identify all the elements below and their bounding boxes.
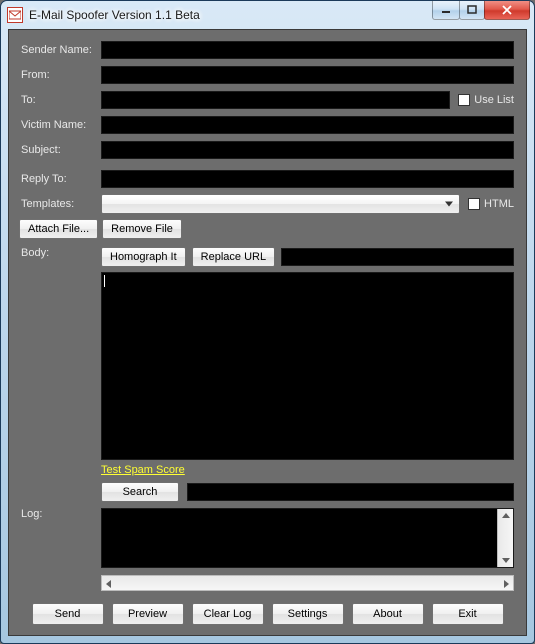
homograph-it-button[interactable]: Homograph It — [101, 247, 186, 267]
sender-name-input[interactable] — [101, 41, 514, 59]
to-input[interactable] — [101, 91, 450, 109]
label-subject: Subject: — [21, 144, 101, 156]
label-sender-name: Sender Name: — [21, 44, 101, 56]
log-textarea[interactable] — [101, 508, 514, 568]
label-use-list: Use List — [474, 94, 514, 106]
close-button[interactable] — [484, 1, 530, 20]
label-from: From: — [21, 69, 101, 81]
search-button[interactable]: Search — [101, 482, 179, 502]
log-scrollbar-vertical[interactable] — [497, 509, 513, 567]
remove-file-button[interactable]: Remove File — [102, 219, 182, 239]
title-bar[interactable]: E-Mail Spoofer Version 1.1 Beta — [1, 1, 534, 29]
use-list-checkbox[interactable] — [458, 94, 470, 106]
settings-button[interactable]: Settings — [272, 603, 344, 625]
search-input[interactable] — [187, 483, 514, 501]
window-controls — [433, 1, 530, 20]
from-input[interactable] — [101, 66, 514, 84]
label-reply-to: Reply To: — [21, 173, 101, 185]
label-to: To: — [21, 94, 101, 106]
log-scrollbar-horizontal[interactable] — [101, 575, 514, 591]
send-button[interactable]: Send — [32, 603, 104, 625]
app-icon — [7, 7, 23, 23]
clear-log-button[interactable]: Clear Log — [192, 603, 264, 625]
maximize-button[interactable] — [459, 1, 485, 20]
templates-combobox[interactable] — [101, 194, 460, 214]
label-body: Body: — [21, 247, 101, 259]
reply-to-input[interactable] — [101, 170, 514, 188]
body-textarea[interactable] — [101, 272, 514, 460]
label-log: Log: — [21, 508, 101, 520]
label-victim-name: Victim Name: — [21, 119, 101, 131]
label-templates: Templates: — [21, 198, 101, 210]
preview-button[interactable]: Preview — [112, 603, 184, 625]
label-html: HTML — [484, 198, 514, 210]
subject-input[interactable] — [101, 141, 514, 159]
app-window: E-Mail Spoofer Version 1.1 Beta Sender N… — [0, 0, 535, 644]
client-area: Sender Name: From: To: Use List Victim N… — [8, 29, 527, 636]
replace-url-input[interactable] — [281, 248, 514, 266]
exit-button[interactable]: Exit — [432, 603, 504, 625]
victim-name-input[interactable] — [101, 116, 514, 134]
attach-file-button[interactable]: Attach File... — [19, 219, 98, 239]
bottom-button-row: Send Preview Clear Log Settings About Ex… — [21, 599, 514, 625]
text-cursor — [104, 275, 105, 287]
html-checkbox[interactable] — [468, 198, 480, 210]
replace-url-button[interactable]: Replace URL — [192, 247, 275, 267]
test-spam-score-link[interactable]: Test Spam Score — [101, 464, 185, 476]
minimize-button[interactable] — [432, 1, 460, 20]
window-title: E-Mail Spoofer Version 1.1 Beta — [29, 8, 200, 22]
about-button[interactable]: About — [352, 603, 424, 625]
